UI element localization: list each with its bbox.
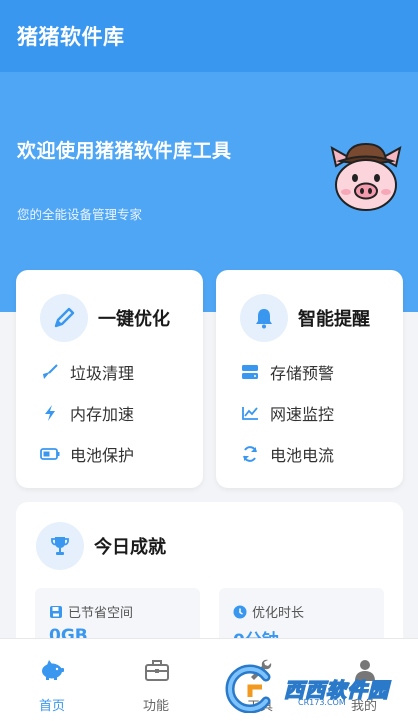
battery-icon	[40, 444, 60, 464]
feature-memory-boost[interactable]: 内存加速	[40, 401, 134, 425]
feature-battery-protect[interactable]: 电池保护	[40, 442, 134, 466]
smart-alert-card[interactable]: 智能提醒 存储预警 网速监控 电池电流	[216, 270, 403, 488]
trophy-icon	[36, 522, 84, 570]
optimize-card-header: 一键优化	[40, 294, 170, 342]
stat-label: 已节省空间	[68, 606, 134, 621]
stat-space-saved-head: 已节省空间	[49, 602, 133, 621]
optimize-card-title: 一键优化	[98, 309, 170, 330]
feature-label: 电池电流	[270, 446, 335, 465]
watermark-sub: CR173.COM	[298, 698, 346, 707]
feature-battery-current[interactable]: 电池电流	[240, 442, 334, 466]
nav-tab-features[interactable]: 功能	[104, 639, 208, 721]
achievement-title: 今日成就	[94, 537, 166, 558]
app-bar: 猪猪软件库	[0, 0, 418, 72]
stat-label: 优化时长	[252, 606, 305, 621]
clock-icon	[233, 605, 247, 618]
broom-icon	[40, 362, 60, 382]
feature-label: 存储预警	[270, 364, 335, 383]
bell-icon	[240, 294, 288, 342]
nav-label: 功能	[142, 699, 169, 714]
hero-title: 欢迎使用猪猪软件库工具	[17, 140, 232, 162]
hero-subtitle: 您的全能设备管理专家	[17, 207, 143, 222]
watermark: 西西软件园 CR173.COM	[222, 660, 412, 716]
app-title: 猪猪软件库	[17, 25, 125, 49]
lightning-icon	[40, 403, 60, 423]
save-icon	[50, 605, 62, 618]
toolbox-icon	[145, 660, 169, 681]
smart-alert-card-header: 智能提醒	[240, 294, 370, 342]
pencil-icon	[40, 294, 88, 342]
nav-label: 首页	[38, 699, 65, 714]
feature-junk-clean[interactable]: 垃圾清理	[40, 360, 134, 384]
chart-line-icon	[240, 403, 260, 423]
watermark-logo-icon	[225, 664, 271, 713]
refresh-icon	[240, 444, 260, 464]
feature-label: 电池保护	[70, 446, 135, 465]
feature-network-monitor[interactable]: 网速监控	[240, 401, 334, 425]
feature-label: 垃圾清理	[70, 364, 135, 383]
smart-alert-card-title: 智能提醒	[298, 309, 370, 330]
storage-icon	[240, 362, 260, 382]
feature-storage-alert[interactable]: 存储预警	[240, 360, 334, 384]
optimize-card[interactable]: 一键优化 垃圾清理 内存加速 电池保护	[16, 270, 203, 488]
stat-optimize-duration-head: 优化时长	[233, 602, 304, 621]
piggy-bank-icon	[42, 660, 64, 680]
pig-mascot-icon	[330, 142, 402, 211]
feature-label: 内存加速	[70, 405, 135, 424]
feature-label: 网速监控	[270, 405, 335, 424]
achievement-header: 今日成就	[36, 522, 166, 570]
nav-tab-home[interactable]: 首页	[0, 639, 104, 721]
